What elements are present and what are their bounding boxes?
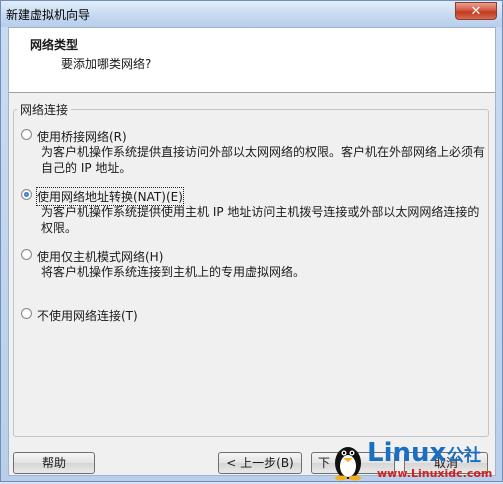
option-host-only-label[interactable]: 使用仅主机模式网络(H)	[37, 248, 163, 265]
radio-no-network[interactable]	[21, 308, 32, 319]
title-bar[interactable]: 新建虚拟机向导 ✕	[1, 1, 502, 27]
watermark-brand: Linux	[367, 438, 446, 468]
close-icon: ✕	[470, 4, 482, 19]
tux-penguin-icon: Linux 公社 www.Linuxidc.com	[335, 438, 492, 481]
option-nat-label[interactable]: 使用网络地址转换(NAT)(E)	[36, 187, 184, 206]
group-legend: 网络连接	[17, 101, 72, 118]
radio-nat[interactable]	[21, 189, 32, 200]
option-nat-description: 为客户机操作系统提供使用主机 IP 地址访问主机拨号连接或外部以太网网络连接的权…	[41, 205, 480, 235]
radio-bridged[interactable]	[21, 129, 32, 140]
wizard-header: 网络类型 要添加哪类网络?	[9, 28, 495, 93]
page-subtitle: 要添加哪类网络?	[61, 57, 152, 71]
option-host-only-description: 将客户机操作系统连接到主机上的专用虚拟网络。	[41, 265, 306, 279]
radio-host-only[interactable]	[21, 249, 32, 260]
back-button[interactable]: < 上一步(B)	[218, 452, 302, 474]
watermark-url: www.Linuxidc.com	[377, 467, 492, 480]
option-no-network-label[interactable]: 不使用网络连接(T)	[37, 307, 138, 324]
page-title: 网络类型	[30, 38, 79, 52]
wizard-window: 新建虚拟机向导 ✕ 网络类型 要添加哪类网络? 网络连接 使用桥接网络(R) 为…	[0, 0, 503, 482]
close-button[interactable]: ✕	[455, 2, 497, 20]
option-bridged-label[interactable]: 使用桥接网络(R)	[37, 128, 127, 145]
watermark-logo: Linux 公社 www.Linuxidc.com	[331, 433, 503, 481]
window-title: 新建虚拟机向导	[6, 8, 91, 22]
wizard-content: 网络类型 要添加哪类网络? 网络连接 使用桥接网络(R) 为客户机操作系统提供直…	[8, 27, 496, 476]
watermark-suffix: 公社	[447, 445, 481, 466]
help-button[interactable]: 帮助	[13, 452, 95, 474]
option-bridged-description: 为客户机操作系统提供直接访问外部以太网网络的权限。客户机在外部网络上必须有自己的…	[41, 145, 486, 175]
